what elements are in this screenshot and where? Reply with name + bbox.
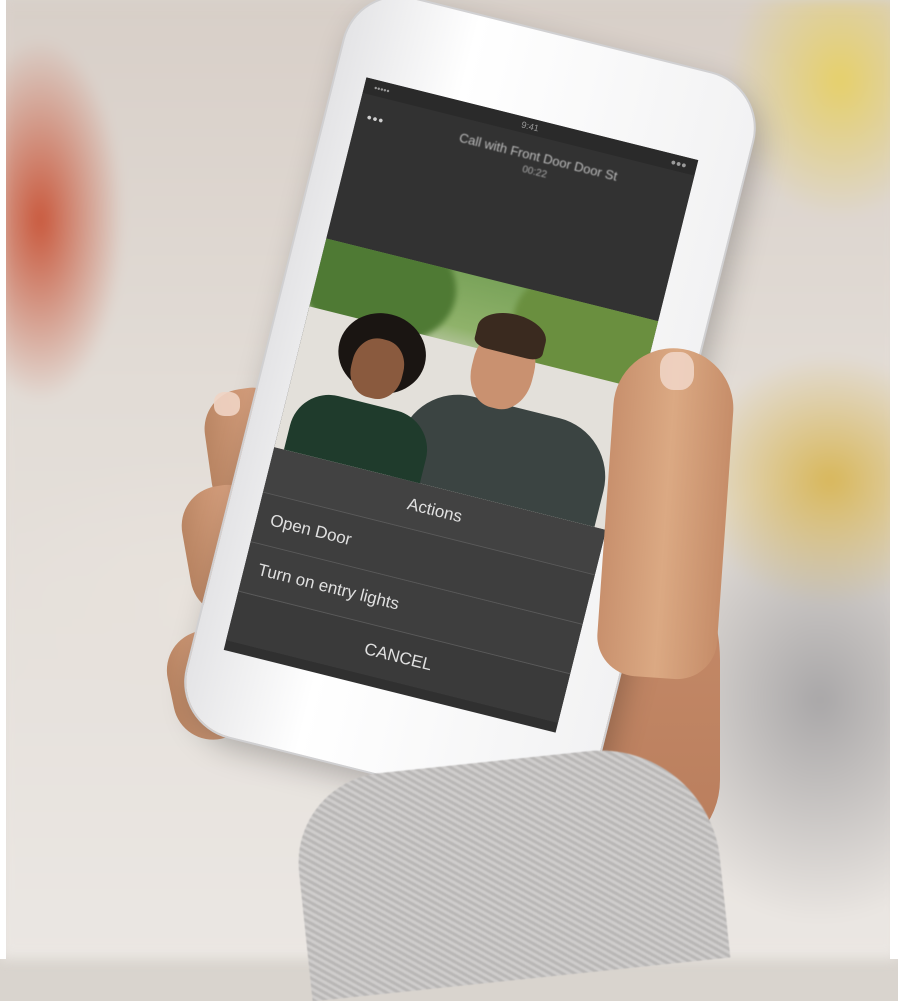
- status-time: 9:41: [520, 119, 540, 134]
- thumb-nail: [660, 352, 694, 390]
- status-icons: ●●●: [669, 156, 688, 171]
- right-border: [890, 0, 898, 959]
- carrier-dots: •••••: [373, 82, 391, 97]
- index-nail: [214, 392, 240, 416]
- left-border: [0, 0, 6, 959]
- more-icon[interactable]: •••: [365, 109, 386, 129]
- thumb: [594, 344, 738, 682]
- sweater-sleeve: [289, 738, 731, 1001]
